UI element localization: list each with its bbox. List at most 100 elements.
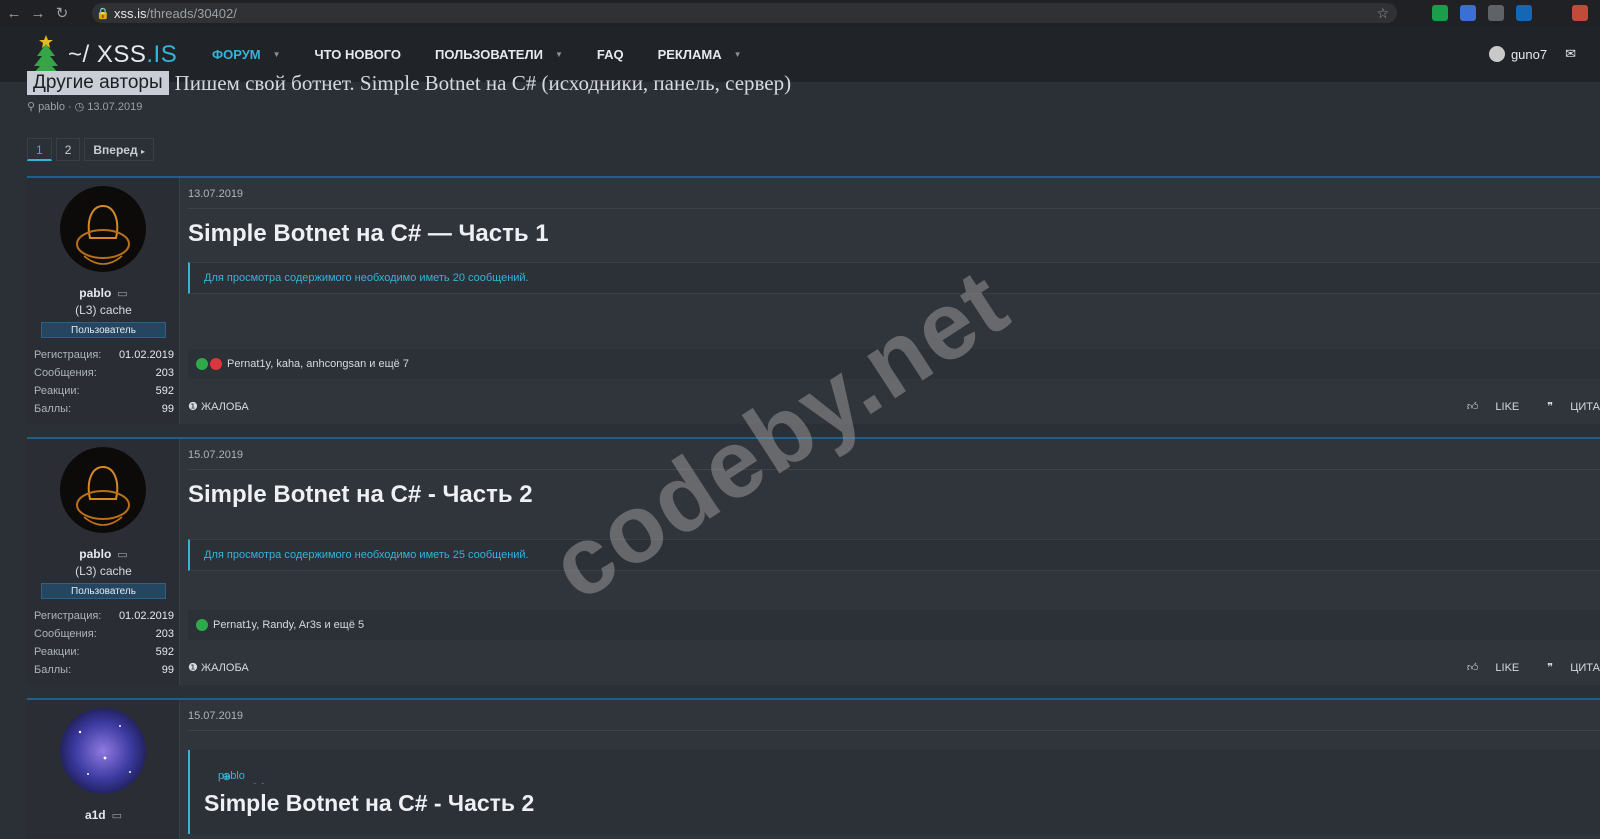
- nav-ads[interactable]: РЕКЛАМА ▼: [658, 47, 742, 62]
- post-date[interactable]: 13.07.2019: [188, 188, 243, 200]
- forward-arrow-icon[interactable]: →: [26, 5, 50, 22]
- report-button[interactable]: ❶ Жалоба: [188, 400, 249, 413]
- address-bar[interactable]: 🔒 xss.is /threads/30402/ ☆: [92, 3, 1397, 23]
- stat-value: 01.02.2019: [118, 610, 174, 622]
- stat-key: Реакции:: [34, 646, 80, 658]
- username-label: guno7: [1510, 46, 1548, 62]
- stat-key: Сообщения:: [34, 628, 97, 640]
- chevron-down-icon[interactable]: ▼: [273, 50, 281, 59]
- stat-value: 99: [161, 664, 174, 676]
- message-icon[interactable]: ▭: [112, 810, 122, 822]
- thread-prefix[interactable]: Другие авторы: [27, 71, 169, 95]
- post-author-name: pablo: [79, 547, 112, 561]
- extension-translate-icon[interactable]: [1460, 5, 1476, 21]
- reactions-list[interactable]: Pernat1y, Randy, Ar3s и ещё 5: [213, 619, 364, 631]
- post-author[interactable]: pablo ▭: [27, 286, 180, 300]
- stat-value: 99: [161, 403, 174, 415]
- nav-faq[interactable]: FAQ: [597, 47, 624, 62]
- message-icon[interactable]: ▭: [117, 549, 127, 561]
- logo-suffix: .IS: [146, 41, 178, 68]
- quote-icon: ❞: [1547, 661, 1554, 674]
- reactions-list[interactable]: Pernat1y, kaha, anhcongsan и ещё 7: [227, 358, 409, 370]
- hidden-content-notice: Для просмотра содержимого необходимо име…: [188, 539, 1600, 571]
- nav-members-label: ПОЛЬЗОВАТЕЛИ: [435, 46, 543, 62]
- avatar[interactable]: [60, 186, 146, 272]
- logo-prefix: ~/ XSS: [68, 41, 147, 68]
- next-page-button[interactable]: Вперед ▸: [84, 138, 154, 161]
- page-2-button[interactable]: 2: [55, 138, 81, 161]
- thread-date[interactable]: 13.07.2019: [87, 101, 142, 113]
- stat-key: Регистрация:: [34, 610, 102, 622]
- stat-value: 592: [155, 646, 174, 658]
- post-date[interactable]: 15.07.2019: [188, 710, 243, 722]
- quote-label: Цита: [1570, 400, 1600, 413]
- like-label: Like: [1495, 400, 1520, 413]
- post-author[interactable]: pablo ▭: [27, 547, 180, 561]
- post-title: Simple Botnet на C# — Часть 1: [188, 220, 549, 247]
- extension-m-icon[interactable]: [1544, 5, 1560, 21]
- post-date[interactable]: 15.07.2019: [188, 449, 243, 461]
- stat-key: Баллы:: [34, 403, 72, 415]
- post-author-name: pablo: [79, 286, 112, 300]
- page-1-button[interactable]: 1: [27, 138, 52, 161]
- quote-button[interactable]: ❞ Цита: [1533, 661, 1600, 674]
- bookmark-star-icon[interactable]: ☆: [1376, 5, 1389, 22]
- message-icon[interactable]: ▭: [117, 288, 127, 300]
- like-label: Like: [1495, 661, 1520, 674]
- stat-reactions: Реакции: 592: [34, 646, 174, 658]
- chevron-down-icon[interactable]: ▼: [555, 50, 563, 59]
- quote-title: Simple Botnet на C# - Часть 2: [204, 790, 535, 816]
- quote-attribution[interactable]: pablo сказал(а): ⊕: [188, 750, 1600, 794]
- next-page-label: Вперед: [93, 143, 138, 157]
- report-label: Жалоба: [200, 661, 249, 674]
- post-author[interactable]: a1d ▭: [27, 808, 180, 822]
- nav-forum-label: ФОРУМ: [212, 46, 261, 62]
- user-icon: ⚲: [27, 101, 36, 113]
- user-banner: Пользователь: [41, 322, 166, 338]
- stat-value: 592: [155, 385, 174, 397]
- thumbs-up-icon: 👍︎: [1466, 661, 1479, 674]
- reload-icon[interactable]: ↻: [50, 4, 74, 22]
- report-button[interactable]: ❶ Жалоба: [188, 661, 249, 674]
- thumbs-up-icon: 👍︎: [1466, 400, 1479, 413]
- nav-forum[interactable]: ФОРУМ ▼: [212, 47, 281, 62]
- pagination: 1 2 Вперед ▸: [27, 138, 158, 161]
- stat-value: 203: [155, 628, 174, 640]
- reactions-bar[interactable]: Pernat1y, Randy, Ar3s и ещё 5: [188, 610, 1600, 640]
- post-actions-right: 👍︎ Like ❞ Цита: [1439, 400, 1600, 413]
- like-button[interactable]: 👍︎ Like: [1453, 400, 1519, 413]
- post-user-info: pablo ▭ (L3) cache Пользователь Регистрац…: [27, 439, 180, 685]
- mail-icon[interactable]: ✉: [1565, 46, 1576, 62]
- meta-separator: ·: [67, 100, 72, 113]
- avatar[interactable]: [60, 708, 146, 794]
- post-title: Simple Botnet на C# - Часть 2: [188, 481, 533, 508]
- post: a1d ▭ 15.07.2019 pablo сказал(а): ⊕ Simpl…: [27, 698, 1600, 839]
- lock-icon: 🔒: [96, 7, 110, 20]
- back-arrow-icon[interactable]: ←: [2, 5, 26, 22]
- extension-brush-icon[interactable]: [1488, 5, 1504, 21]
- nav-faq-label: FAQ: [596, 46, 624, 62]
- extension-sheets-icon[interactable]: [1432, 5, 1448, 21]
- quote-button[interactable]: ❞ Цита: [1533, 400, 1600, 413]
- nav-members[interactable]: ПОЛЬЗОВАТЕЛИ ▼: [435, 47, 563, 62]
- stat-registration: Регистрация: 01.02.2019: [34, 610, 174, 622]
- thread-author[interactable]: pablo: [38, 101, 65, 113]
- user-avatar-icon: [1488, 46, 1505, 62]
- hidden-content-notice: Для просмотра содержимого необходимо име…: [188, 262, 1600, 294]
- extension-profile-icon[interactable]: [1572, 5, 1588, 21]
- chevron-down-icon[interactable]: ▼: [734, 50, 742, 59]
- avatar[interactable]: [60, 447, 146, 533]
- nav-whats-new[interactable]: ЧТО НОВОГО: [315, 47, 401, 62]
- user-menu[interactable]: guno7 ✉: [1488, 26, 1576, 82]
- post-body: 15.07.2019 Simple Botnet на C# - Часть 2…: [180, 439, 1600, 685]
- post: pablo ▭ (L3) cache Пользователь Регистрац…: [27, 176, 1600, 424]
- arrow-up-circle-icon[interactable]: ⊕: [222, 770, 231, 783]
- stat-key: Сообщения:: [34, 367, 97, 379]
- stat-reactions: Реакции: 592: [34, 385, 174, 397]
- like-button[interactable]: 👍︎ Like: [1453, 661, 1519, 674]
- post-actions: ❶ Жалоба 👍︎ Like ❞ Цита: [188, 396, 1600, 416]
- chevron-right-icon: ▸: [140, 147, 145, 156]
- report-label: Жалоба: [200, 400, 249, 413]
- extension-xf-icon[interactable]: [1516, 5, 1532, 21]
- reactions-bar[interactable]: Pernat1y, kaha, anhcongsan и ещё 7: [188, 349, 1600, 379]
